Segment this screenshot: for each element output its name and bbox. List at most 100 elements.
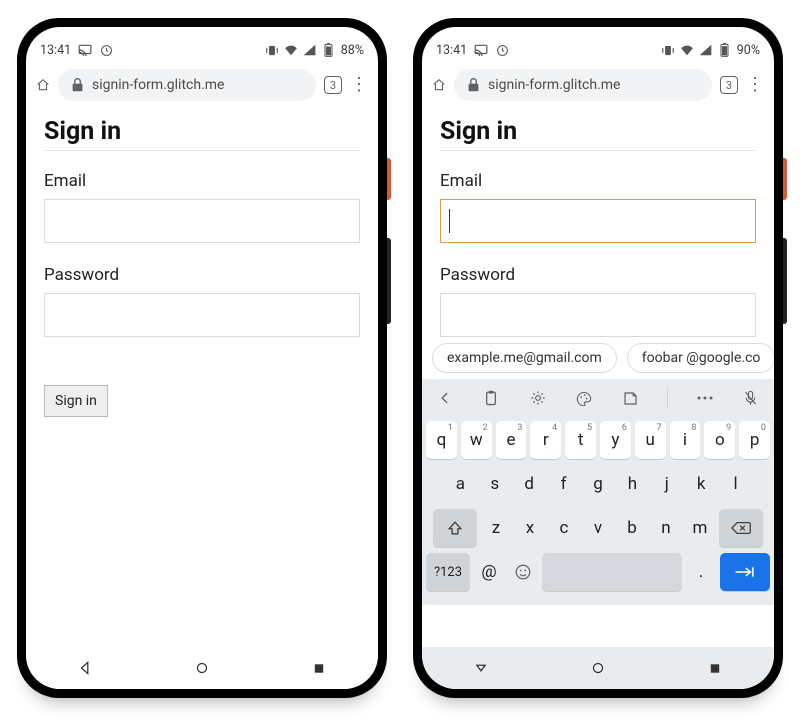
signin-button[interactable]: Sign in xyxy=(44,385,108,417)
browser-toolbar: signin-form.glitch.me 3 ⋮ xyxy=(422,65,774,109)
email-field[interactable] xyxy=(440,199,756,243)
divider xyxy=(44,150,360,151)
password-label: Password xyxy=(44,265,360,285)
url-text: signin-form.glitch.me xyxy=(92,77,224,93)
power-button xyxy=(387,158,391,200)
cast-icon xyxy=(78,43,92,57)
android-navbar xyxy=(422,647,774,689)
vibrate-icon xyxy=(661,43,675,57)
go-key[interactable] xyxy=(720,553,770,591)
keyboard-toolbar xyxy=(422,379,774,417)
key-h[interactable]: h xyxy=(617,465,647,503)
password-field[interactable] xyxy=(440,293,756,337)
page-title: Sign in xyxy=(44,117,360,146)
email-field[interactable] xyxy=(44,199,360,243)
sticker-icon[interactable] xyxy=(618,385,644,411)
emoji-key[interactable] xyxy=(508,553,538,591)
key-i[interactable]: i8 xyxy=(670,421,701,459)
key-j[interactable]: j xyxy=(652,465,682,503)
key-l[interactable]: l xyxy=(720,465,750,503)
nav-recent-icon[interactable] xyxy=(312,661,326,675)
phone-frame-left: 13:41 xyxy=(17,18,387,698)
home-icon[interactable] xyxy=(36,78,50,92)
period-key[interactable]: . xyxy=(686,553,716,591)
clock-icon xyxy=(99,43,113,57)
shift-key[interactable] xyxy=(433,509,477,547)
nav-back-icon[interactable] xyxy=(78,661,92,675)
more-icon[interactable] xyxy=(692,385,718,411)
cast-icon xyxy=(474,43,488,57)
lock-icon xyxy=(466,78,480,92)
home-icon[interactable] xyxy=(432,78,446,92)
autofill-chip[interactable]: example.me@gmail.com xyxy=(432,343,617,373)
screen-left: 13:41 xyxy=(26,27,378,689)
lock-icon xyxy=(70,78,84,92)
key-c[interactable]: c xyxy=(549,509,579,547)
signal-icon xyxy=(699,43,713,57)
signal-icon xyxy=(303,43,317,57)
tab-switcher[interactable]: 3 xyxy=(324,76,342,94)
email-label: Email xyxy=(440,171,756,191)
url-text: signin-form.glitch.me xyxy=(488,77,620,93)
at-key[interactable]: @ xyxy=(474,553,504,591)
keyboard-keys: q1w2e3r4t5y6u7i8o9p0 asdfghjkl zxcvbnm ?… xyxy=(422,417,774,605)
battery-percent: 90% xyxy=(737,43,760,58)
status-time: 13:41 xyxy=(436,43,467,58)
key-k[interactable]: k xyxy=(686,465,716,503)
clipboard-icon[interactable] xyxy=(478,385,504,411)
autofill-suggestions: example.me@gmail.com foobar @google.co xyxy=(422,337,774,379)
key-z[interactable]: z xyxy=(481,509,511,547)
key-p[interactable]: p0 xyxy=(739,421,770,459)
mic-off-icon[interactable] xyxy=(738,385,764,411)
chevron-left-icon[interactable] xyxy=(432,385,458,411)
key-y[interactable]: y6 xyxy=(600,421,631,459)
wifi-icon xyxy=(284,43,298,57)
key-f[interactable]: f xyxy=(548,465,578,503)
key-w[interactable]: w2 xyxy=(461,421,492,459)
email-label: Email xyxy=(44,171,360,191)
key-t[interactable]: t5 xyxy=(565,421,596,459)
key-g[interactable]: g xyxy=(583,465,613,503)
status-bar: 13:41 xyxy=(26,35,378,65)
password-field[interactable] xyxy=(44,293,360,337)
screen-right: 13:41 xyxy=(422,27,774,689)
android-navbar xyxy=(26,647,378,689)
key-u[interactable]: u7 xyxy=(635,421,666,459)
key-o[interactable]: o9 xyxy=(704,421,735,459)
nav-home-icon[interactable] xyxy=(591,661,605,675)
key-d[interactable]: d xyxy=(514,465,544,503)
key-n[interactable]: n xyxy=(651,509,681,547)
browser-toolbar: signin-form.glitch.me 3 ⋮ xyxy=(26,65,378,109)
key-q[interactable]: q1 xyxy=(426,421,457,459)
page-content: Sign in Email Password Sign in xyxy=(26,109,378,647)
key-r[interactable]: r4 xyxy=(530,421,561,459)
nav-back-icon[interactable] xyxy=(474,661,488,675)
key-s[interactable]: s xyxy=(480,465,510,503)
symbols-key[interactable]: ?123 xyxy=(426,553,470,591)
autofill-chip[interactable]: foobar @google.co xyxy=(627,343,774,373)
status-time: 13:41 xyxy=(40,43,71,58)
key-a[interactable]: a xyxy=(445,465,475,503)
text-cursor xyxy=(449,209,450,233)
nav-home-icon[interactable] xyxy=(195,661,209,675)
key-e[interactable]: e3 xyxy=(496,421,527,459)
battery-icon xyxy=(718,43,732,57)
key-b[interactable]: b xyxy=(617,509,647,547)
key-m[interactable]: m xyxy=(685,509,715,547)
address-bar[interactable]: signin-form.glitch.me xyxy=(58,69,316,101)
vibrate-icon xyxy=(265,43,279,57)
space-key[interactable] xyxy=(542,553,682,591)
key-x[interactable]: x xyxy=(515,509,545,547)
key-v[interactable]: v xyxy=(583,509,613,547)
palette-icon[interactable] xyxy=(571,385,597,411)
gear-icon[interactable] xyxy=(525,385,551,411)
password-label: Password xyxy=(440,265,756,285)
phone-frame-right: 13:41 xyxy=(413,18,783,698)
battery-percent: 88% xyxy=(341,43,364,58)
address-bar[interactable]: signin-form.glitch.me xyxy=(454,69,712,101)
wifi-icon xyxy=(680,43,694,57)
divider xyxy=(440,150,756,151)
nav-recent-icon[interactable] xyxy=(708,661,722,675)
backspace-key[interactable] xyxy=(719,509,763,547)
tab-switcher[interactable]: 3 xyxy=(720,76,738,94)
